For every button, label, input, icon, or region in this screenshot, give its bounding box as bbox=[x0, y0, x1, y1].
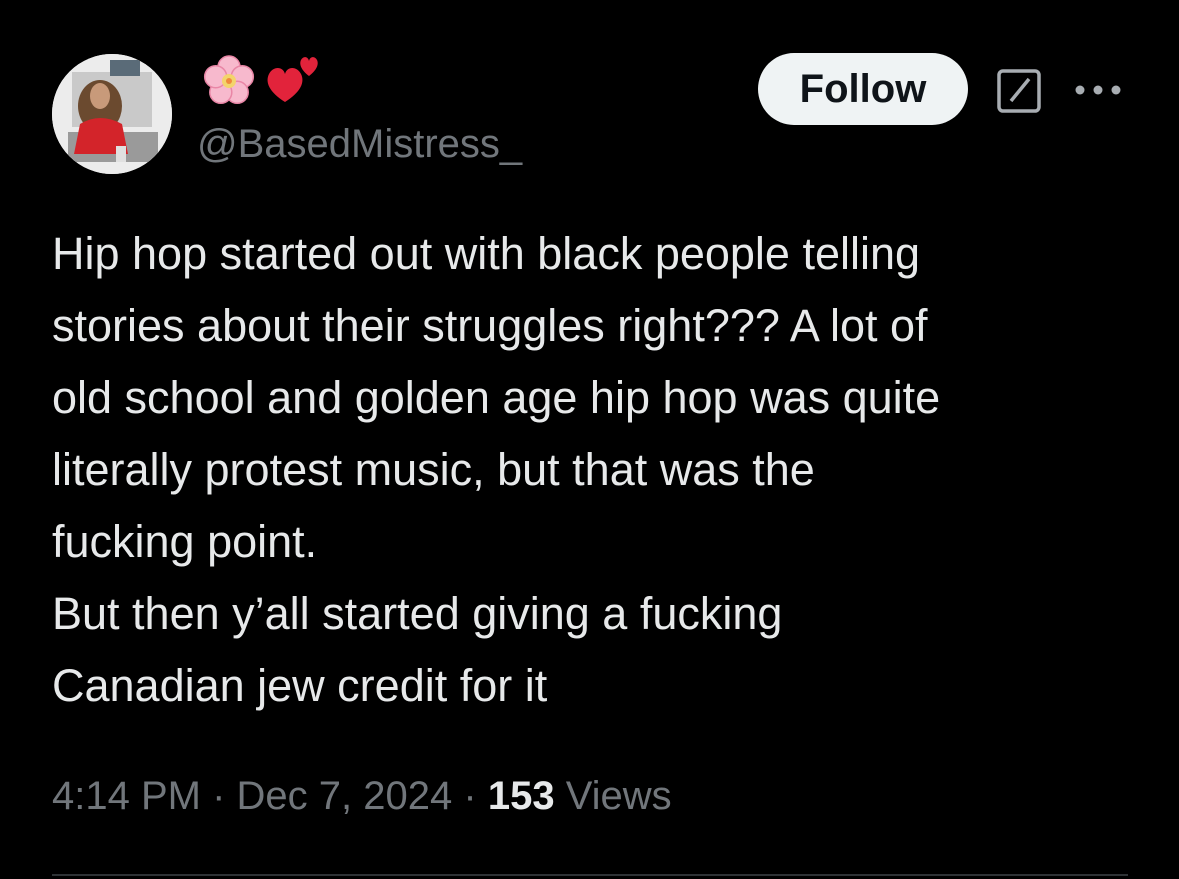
author-handle[interactable]: @BasedMistress_ bbox=[197, 118, 522, 170]
tweet-line: Hip hop started out with black people te… bbox=[52, 228, 921, 279]
grok-icon[interactable] bbox=[996, 68, 1042, 114]
tweet-meta: 4:14 PM · Dec 7, 2024 · 153 Views bbox=[52, 770, 672, 822]
display-name[interactable] bbox=[197, 52, 325, 110]
avatar-photo bbox=[52, 54, 172, 174]
tweet-line: But then y’all started giving a fucking bbox=[52, 588, 783, 639]
tweet-line: old school and golden age hip hop was qu… bbox=[52, 372, 941, 423]
tweet-time[interactable]: 4:14 PM bbox=[52, 774, 201, 818]
cherry-blossom-icon bbox=[203, 55, 255, 105]
avatar[interactable] bbox=[52, 54, 172, 174]
more-icon[interactable] bbox=[1072, 80, 1124, 100]
tweet-line: fucking point. bbox=[52, 516, 318, 567]
meta-separator: · bbox=[212, 774, 226, 818]
tweet-date[interactable]: Dec 7, 2024 bbox=[237, 774, 453, 818]
two-hearts-icon bbox=[267, 57, 318, 102]
meta-separator: · bbox=[463, 774, 477, 818]
views-count: 153 bbox=[487, 774, 555, 818]
tweet-line: Canadian jew credit for it bbox=[52, 660, 548, 711]
tweet-line: literally protest music, but that was th… bbox=[52, 444, 815, 495]
views-label[interactable]: Views bbox=[566, 774, 672, 818]
follow-button[interactable]: Follow bbox=[758, 53, 968, 125]
divider bbox=[52, 874, 1128, 876]
tweet-text: Hip hop started out with black people te… bbox=[52, 218, 1142, 722]
tweet-line: stories about their struggles right??? A… bbox=[52, 300, 928, 351]
